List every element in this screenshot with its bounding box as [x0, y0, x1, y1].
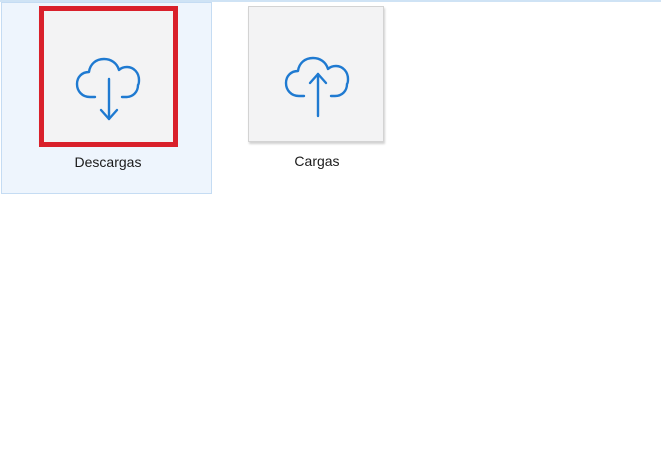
folder-thumbnail[interactable] — [39, 7, 175, 143]
folder-label: Descargas — [74, 154, 142, 170]
folder-tile-descargas[interactable]: Descargas — [1, 2, 212, 194]
folder-tile-cargas[interactable]: Cargas — [236, 2, 398, 194]
cloud-download-icon — [75, 57, 141, 121]
cloud-upload-icon — [284, 56, 350, 118]
folder-label: Cargas — [294, 153, 340, 169]
folder-thumbnail[interactable] — [248, 6, 384, 142]
